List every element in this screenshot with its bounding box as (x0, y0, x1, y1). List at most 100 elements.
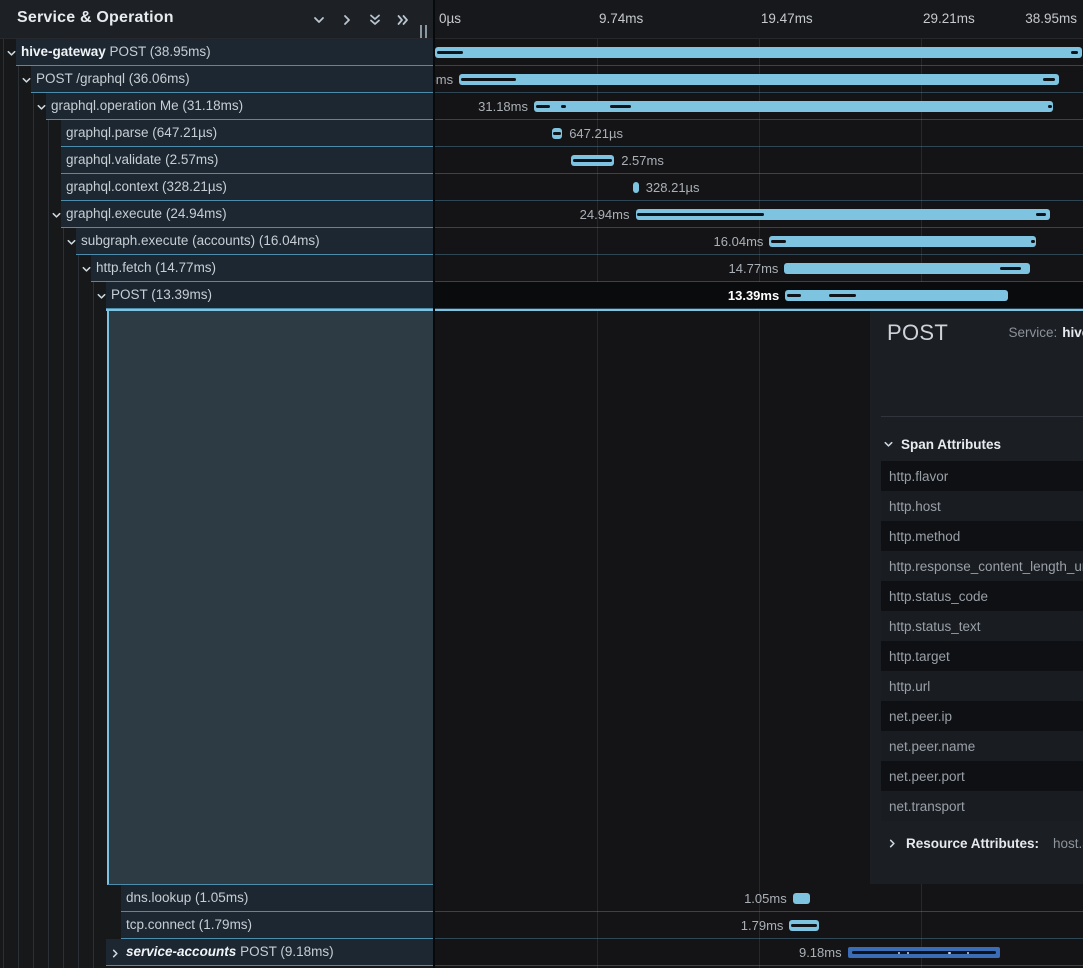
span-row[interactable]: graphql.operation Me (31.18ms) (0, 93, 434, 120)
child-span-marker (829, 294, 856, 297)
span-row[interactable]: hive-gateway POST (38.95ms) (0, 39, 434, 66)
chevron-down-icon[interactable] (81, 263, 92, 274)
span-bar[interactable] (793, 893, 811, 904)
axis-tick-label: 19.47ms (761, 11, 813, 26)
timeline-row[interactable]: 31.18ms (435, 93, 1083, 120)
timeline-row[interactable]: 2.57ms (435, 147, 1083, 174)
span-bar[interactable] (459, 74, 1059, 85)
service-name: service-accounts (126, 944, 236, 959)
timeline-row[interactable]: 36.06ms (435, 66, 1083, 93)
span-label: POST /graphql (36.06ms) (36, 71, 190, 86)
span-attributes-toggle[interactable]: Span Attributes (883, 437, 1001, 452)
attribute-row: http.target"/" (881, 641, 1083, 671)
span-bar[interactable] (784, 263, 1030, 274)
meta-label: Service: (1008, 325, 1057, 340)
span-row[interactable]: graphql.context (328.21µs) (0, 174, 434, 201)
child-span-marker (852, 951, 997, 954)
attribute-key: http.status_code (889, 589, 1083, 604)
event-dot (948, 952, 951, 955)
span-detail-panel: POST Service:hive-gatewayDuration:13.39m… (870, 311, 1083, 884)
attribute-row: http.url"http://localhost:4011/" (881, 671, 1083, 701)
duration-label: 1.05ms (744, 891, 787, 906)
timeline-row[interactable]: 1.79ms (435, 912, 1083, 939)
chevron-down-icon[interactable] (6, 47, 17, 58)
duration-label: 31.18ms (478, 99, 528, 114)
span-label: graphql.parse (647.21µs) (66, 125, 217, 140)
timeline-row[interactable]: 14.77ms (435, 255, 1083, 282)
span-label: POST (13.39ms) (111, 287, 212, 302)
attribute-row: net.peer.port4011 (881, 761, 1083, 791)
event-dot (898, 952, 901, 955)
span-bar[interactable] (633, 182, 639, 193)
child-span-marker (536, 105, 550, 108)
timeline-row[interactable]: 16.04ms (435, 228, 1083, 255)
span-bar[interactable] (435, 47, 1082, 58)
selected-row-accent (106, 309, 1083, 311)
duration-label: 36.06ms (435, 72, 453, 87)
timeline-row[interactable]: 38.95ms (435, 39, 1083, 66)
span-row[interactable]: service-accounts POST (9.18ms) (0, 939, 434, 966)
chevron-right-icon[interactable] (110, 947, 121, 958)
resource-attributes-title: Resource Attributes: (906, 836, 1039, 851)
attribute-key: net.transport (889, 799, 1083, 814)
span-attributes-title: Span Attributes (901, 437, 1001, 452)
child-span-marker (561, 105, 565, 108)
double-chevron-right-icon[interactable] (392, 10, 414, 30)
span-row[interactable]: subgraph.execute (accounts) (16.04ms) (0, 228, 434, 255)
chevron-right-icon (887, 838, 898, 849)
panel-divider[interactable] (433, 0, 435, 968)
timeline-row[interactable]: 9.18ms (435, 939, 1083, 966)
chevron-down-icon[interactable] (21, 74, 32, 85)
timeline-row[interactable]: 647.21µs (435, 120, 1083, 147)
timeline-row[interactable]: 328.21µs (435, 174, 1083, 201)
span-label: graphql.operation Me (31.18ms) (51, 98, 243, 113)
detail-divider (881, 416, 1083, 417)
attribute-row: http.host"localhost:4011" (881, 491, 1083, 521)
duration-label: 24.94ms (580, 207, 630, 222)
attribute-key: http.url (889, 679, 1083, 694)
child-span-marker (1000, 267, 1021, 270)
chevron-down-icon[interactable] (36, 101, 47, 112)
timeline-row[interactable]: 1.05ms (435, 885, 1083, 912)
span-row[interactable]: graphql.validate (2.57ms) (0, 147, 434, 174)
column-resize-handle[interactable] (420, 25, 430, 38)
child-span-marker (1071, 51, 1078, 54)
axis-tick-label: 9.74ms (599, 11, 643, 26)
trace-viewer: hive-gateway POST (38.95ms) POST /graphql… (0, 0, 1083, 968)
attribute-row: net.peer.name"localhost" (881, 731, 1083, 761)
span-row[interactable]: POST /graphql (36.06ms) (0, 66, 434, 93)
timeline-row[interactable]: 13.39ms (435, 282, 1083, 309)
chevron-down-icon[interactable] (51, 209, 62, 220)
span-row[interactable]: graphql.parse (647.21µs) (0, 120, 434, 147)
span-tree-panel: hive-gateway POST (38.95ms) POST /graphql… (0, 0, 434, 968)
span-meta: Service:hive-gatewayDuration:13.39msStar… (1008, 324, 1083, 403)
attribute-key: http.host (889, 499, 1083, 514)
span-row[interactable]: tcp.connect (1.79ms) (0, 912, 434, 939)
duration-label: 2.57ms (621, 153, 664, 168)
span-label: subgraph.execute (accounts) (16.04ms) (81, 233, 320, 248)
duration-label: 9.18ms (799, 945, 842, 960)
span-title: POST (887, 320, 948, 346)
child-span-marker (791, 924, 817, 927)
duration-label: 328.21µs (646, 180, 700, 195)
resource-key: host.arch (1053, 836, 1083, 851)
span-label: http.fetch (14.77ms) (96, 260, 216, 275)
span-bar[interactable] (785, 290, 1008, 301)
resource-attributes-toggle[interactable]: Resource Attributes: host.arch=arm64host… (887, 835, 1083, 852)
double-chevron-down-icon[interactable] (364, 10, 386, 30)
span-row[interactable]: dns.lookup (1.05ms) (0, 885, 434, 912)
attribute-row: http.flavor"1.1" (881, 461, 1083, 491)
chevron-right-icon[interactable] (336, 10, 358, 30)
chevron-down-icon[interactable] (96, 290, 107, 301)
timeline-row[interactable]: 24.94ms (435, 201, 1083, 228)
span-row[interactable]: POST (13.39ms) (0, 282, 434, 309)
span-bar[interactable] (769, 236, 1036, 247)
chevron-down-icon[interactable] (308, 10, 330, 30)
span-row[interactable]: http.fetch (14.77ms) (0, 255, 434, 282)
chevron-down-icon[interactable] (66, 236, 77, 247)
attribute-row: http.status_code200 (881, 581, 1083, 611)
axis-tick-label: 38.95ms (1025, 11, 1077, 26)
child-span-marker (1036, 213, 1046, 216)
span-row[interactable]: graphql.execute (24.94ms) (0, 201, 434, 228)
span-label: graphql.execute (24.94ms) (66, 206, 227, 221)
